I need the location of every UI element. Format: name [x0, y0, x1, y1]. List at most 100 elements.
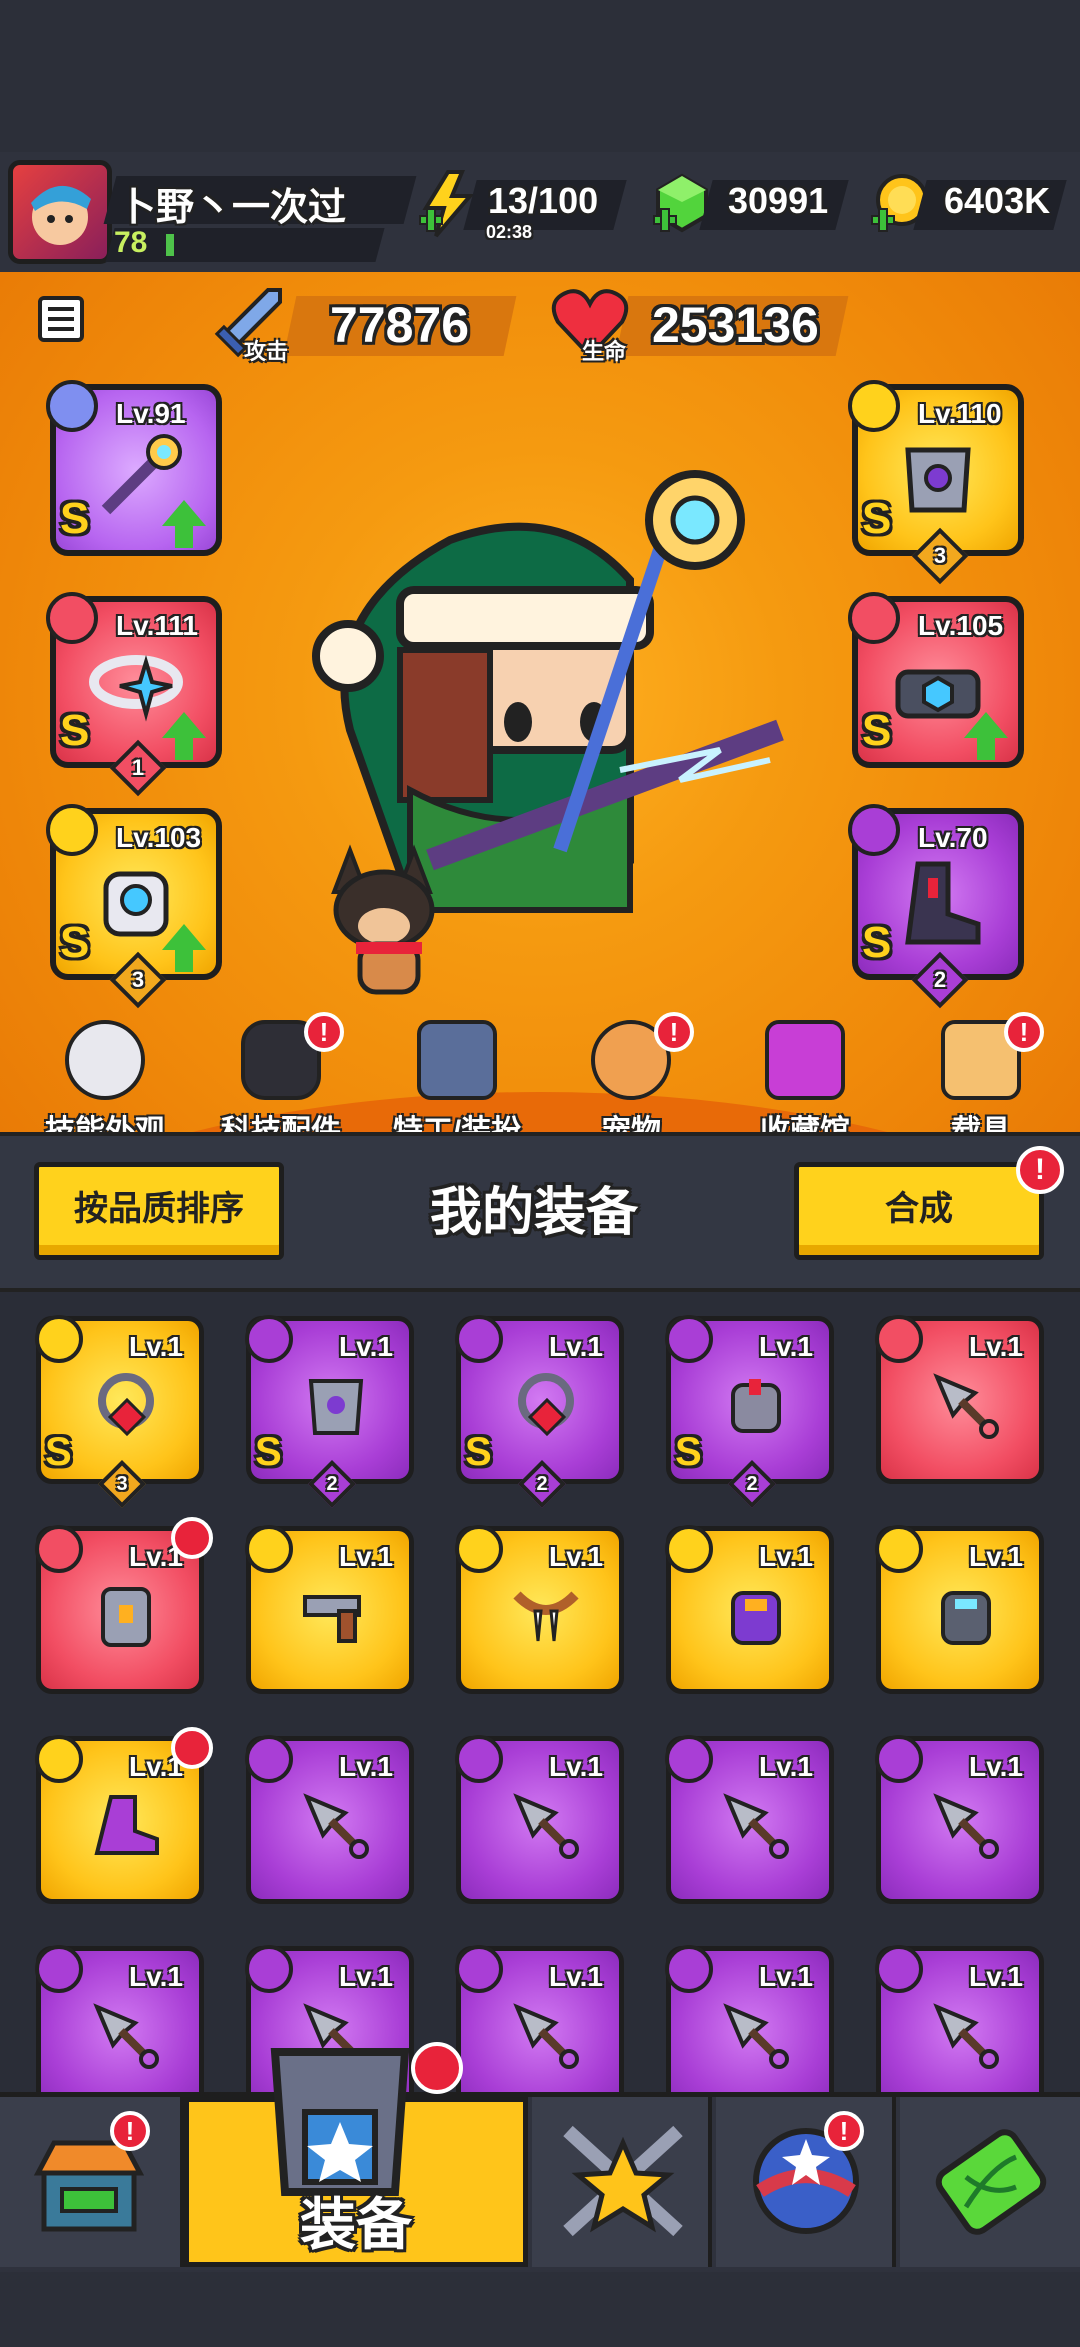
alert-badge: !: [1004, 1012, 1044, 1052]
revolver-icon: [303, 1595, 361, 1643]
upgrade-arrow-icon: [162, 924, 206, 972]
purple-glove-icon: [731, 1591, 781, 1645]
inventory-item[interactable]: Lv.1 S 2: [245, 1315, 414, 1509]
kunai-icon: [513, 1793, 579, 1859]
merge-button[interactable]: 合成: [794, 1162, 1044, 1260]
kunai-icon: [933, 1373, 999, 1439]
grade-s: S: [255, 1430, 282, 1474]
item-level: Lv.1: [339, 1541, 393, 1572]
attack-label: 攻击: [244, 339, 289, 364]
inventory-item[interactable]: Lv.1: [245, 1525, 414, 1694]
nav-equipment-label: 装备: [300, 2193, 412, 2256]
equip-slot-boots[interactable]: Lv.70 S 2: [848, 804, 1024, 1009]
nav-tab-shop[interactable]: !: [0, 2097, 184, 2267]
func-agent-outfit[interactable]: 特工/装扮: [372, 1020, 542, 1150]
kunai-icon: [933, 2003, 999, 2069]
inventory-item[interactable]: Lv.1: [875, 1945, 1044, 2092]
slot-level: Lv.110: [918, 398, 1002, 429]
attack-value: 77876: [330, 297, 470, 353]
boot-icon: [905, 861, 981, 945]
armor-icon: [905, 447, 971, 513]
inventory-item[interactable]: Lv.1: [35, 1945, 204, 2092]
pet-dog[interactable]: [310, 840, 460, 1010]
inventory-item[interactable]: Lv.1: [665, 1945, 834, 2092]
inventory-item[interactable]: Lv.1 S 3: [35, 1315, 204, 1509]
weapon-type-icon: [875, 1735, 923, 1783]
item-level: Lv.1: [759, 1541, 813, 1572]
slot-level: Lv.91: [116, 398, 186, 429]
xp-progress-fill: [166, 234, 174, 256]
glove-type-icon: [665, 1315, 713, 1363]
agent-head-icon: [417, 1020, 497, 1100]
armor-type-icon: [35, 1525, 83, 1573]
inventory-item[interactable]: Lv.1: [245, 1735, 414, 1904]
fang-necklace-icon: [513, 1591, 579, 1642]
func-collection[interactable]: 收藏馆: [720, 1020, 890, 1150]
func-pet[interactable]: 宠物 !: [546, 1012, 716, 1150]
sort-by-quality-button[interactable]: 按品质排序: [34, 1162, 284, 1260]
alert-badge: !: [824, 2111, 864, 2151]
equip-slot-weapon[interactable]: Lv.91 S: [46, 380, 222, 556]
kunai-icon: [93, 2003, 159, 2069]
upgrade-arrow-icon: [964, 712, 1008, 760]
nav-tab-heroes[interactable]: [532, 2097, 712, 2267]
necklace-type-icon: [455, 1525, 503, 1573]
item-level: Lv.1: [549, 1541, 603, 1572]
player-avatar[interactable]: [8, 160, 112, 264]
func-tech-parts[interactable]: 科技配件 !: [196, 1012, 366, 1150]
merge-alert-badge: !: [1016, 1146, 1064, 1194]
kunai-icon: [303, 1793, 369, 1859]
gems-value: 30991: [728, 180, 829, 221]
weapon-type-icon: [665, 1945, 713, 1993]
claw-glove-icon: [731, 1379, 781, 1433]
grade-s: S: [675, 1430, 702, 1474]
hp-label: 生命: [582, 339, 627, 364]
equip-slot-armor[interactable]: Lv.110 S 3: [848, 380, 1024, 585]
armor-icon: [308, 1379, 364, 1435]
equip-slot-gloves[interactable]: Lv.103 S 3: [46, 804, 222, 1009]
alert-badge: !: [654, 1012, 694, 1052]
equip-slot-necklace[interactable]: Lv.111 S 1: [46, 592, 222, 797]
inventory-item[interactable]: Lv.1: [665, 1735, 834, 1904]
energy-timer: 02:38: [486, 222, 533, 242]
weapon-type-icon: [245, 1945, 293, 1993]
avatar-portrait-icon: [31, 185, 91, 245]
item-level: Lv.1: [969, 1961, 1023, 1992]
inventory-item[interactable]: Lv.1: [875, 1525, 1044, 1694]
list-menu-icon[interactable]: [38, 296, 84, 342]
vest-armor-icon: [101, 1587, 151, 1647]
nav-tab-world[interactable]: !: [716, 2097, 896, 2267]
weapon-type-icon: [46, 380, 98, 432]
inventory-item[interactable]: Lv.1 S 2: [455, 1315, 624, 1509]
nav-tab-lab[interactable]: [900, 2097, 1080, 2267]
grade-s: S: [862, 918, 892, 967]
armor-type-icon: [848, 380, 900, 432]
boot-type-icon: [35, 1735, 83, 1783]
new-item-badge: [171, 1727, 213, 1769]
inventory-item[interactable]: Lv.1: [455, 1735, 624, 1904]
slot-level: Lv.103: [116, 822, 202, 853]
inventory-item[interactable]: Lv.1 S 2: [665, 1315, 834, 1509]
weapon-type-icon: [455, 1945, 503, 1993]
inventory-item[interactable]: Lv.1: [35, 1517, 213, 1694]
item-level: Lv.1: [549, 1751, 603, 1782]
bottom-safe-area: [0, 2272, 1080, 2347]
chain-necklace-icon: [518, 1373, 574, 1437]
necklace-type-icon: [46, 592, 98, 644]
hp-value: 253136: [652, 297, 819, 353]
grade-s: S: [45, 1430, 72, 1474]
inventory-item[interactable]: Lv.1: [875, 1315, 1044, 1484]
dna-capsule-icon: [935, 2129, 1047, 2235]
func-vehicle[interactable]: 载具 !: [896, 1012, 1066, 1150]
grade-s: S: [465, 1430, 492, 1474]
inventory-item[interactable]: Lv.1: [665, 1525, 834, 1694]
star-count-badge: 2: [307, 1459, 357, 1509]
inventory-item[interactable]: Lv.1: [455, 1525, 624, 1694]
crossed-swords-star-icon: [563, 2125, 683, 2237]
equip-slot-belt[interactable]: Lv.105 S: [848, 592, 1024, 768]
inventory-item[interactable]: Lv.1: [875, 1735, 1044, 1904]
inventory-item[interactable]: Lv.1: [455, 1945, 624, 2092]
func-skill-skin[interactable]: 技能外观: [20, 1020, 190, 1150]
energy-value: 13/100: [488, 180, 599, 221]
inventory-item[interactable]: Lv.1: [35, 1727, 213, 1904]
